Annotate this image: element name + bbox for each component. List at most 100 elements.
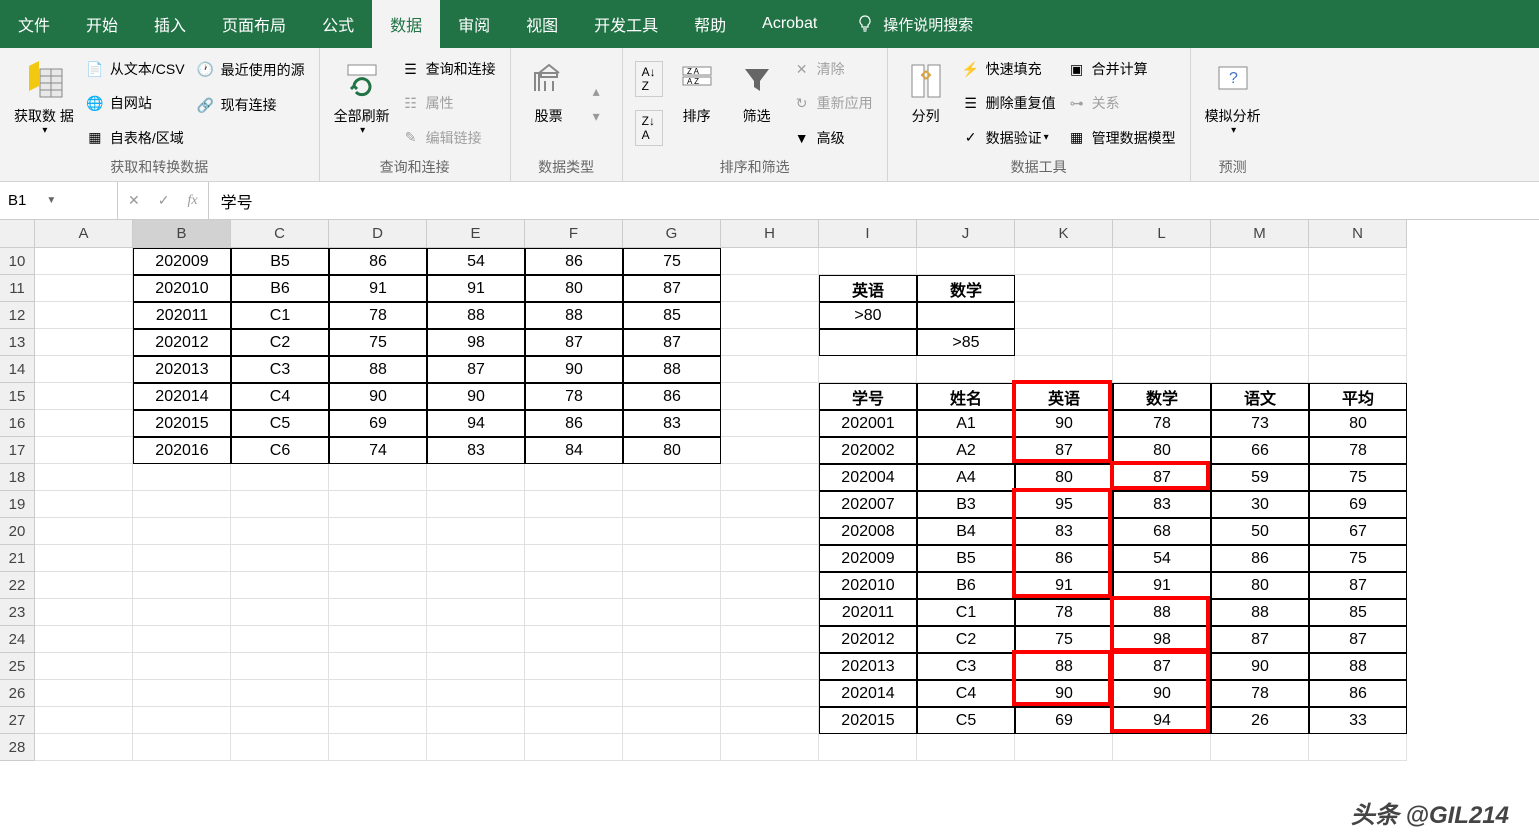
- cell-N13[interactable]: [1309, 329, 1407, 356]
- cell-M23[interactable]: 88: [1211, 599, 1309, 626]
- cell-C12[interactable]: C1: [231, 302, 329, 329]
- cell-N15[interactable]: 平均: [1309, 383, 1407, 410]
- cell-L13[interactable]: [1113, 329, 1211, 356]
- cell-M17[interactable]: 66: [1211, 437, 1309, 464]
- cell-E20[interactable]: [427, 518, 525, 545]
- cell-D26[interactable]: [329, 680, 427, 707]
- remove-dup-button[interactable]: ☰删除重复值: [956, 90, 1062, 116]
- cell-J26[interactable]: C4: [917, 680, 1015, 707]
- cell-A20[interactable]: [35, 518, 133, 545]
- advanced-filter-button[interactable]: ▼高级: [787, 125, 879, 151]
- cell-B19[interactable]: [133, 491, 231, 518]
- cell-A11[interactable]: [35, 275, 133, 302]
- row-header-18[interactable]: 18: [0, 464, 35, 491]
- nav-up-icon[interactable]: ▴: [593, 83, 600, 100]
- cell-B11[interactable]: 202010: [133, 275, 231, 302]
- cell-M15[interactable]: 语文: [1211, 383, 1309, 410]
- cell-A19[interactable]: [35, 491, 133, 518]
- tab-8[interactable]: 开发工具: [576, 0, 676, 48]
- cell-N10[interactable]: [1309, 248, 1407, 275]
- cell-B20[interactable]: [133, 518, 231, 545]
- col-header-B[interactable]: B: [133, 220, 231, 248]
- cell-E26[interactable]: [427, 680, 525, 707]
- cell-A17[interactable]: [35, 437, 133, 464]
- cell-A18[interactable]: [35, 464, 133, 491]
- cell-N14[interactable]: [1309, 356, 1407, 383]
- cell-F15[interactable]: 78: [525, 383, 623, 410]
- col-header-A[interactable]: A: [35, 220, 133, 248]
- cell-J24[interactable]: C2: [917, 626, 1015, 653]
- tab-0[interactable]: 文件: [0, 0, 68, 48]
- cell-F14[interactable]: 90: [525, 356, 623, 383]
- cell-M19[interactable]: 30: [1211, 491, 1309, 518]
- cell-N23[interactable]: 85: [1309, 599, 1407, 626]
- cell-B12[interactable]: 202011: [133, 302, 231, 329]
- cell-M14[interactable]: [1211, 356, 1309, 383]
- cell-F10[interactable]: 86: [525, 248, 623, 275]
- from-web-button[interactable]: 🌐自网站: [80, 90, 191, 116]
- cell-M28[interactable]: [1211, 734, 1309, 761]
- cell-I11[interactable]: 英语: [819, 275, 917, 302]
- cell-G18[interactable]: [623, 464, 721, 491]
- cell-K27[interactable]: 69: [1015, 707, 1113, 734]
- data-model-button[interactable]: ▦管理数据模型: [1062, 125, 1182, 151]
- cell-B22[interactable]: [133, 572, 231, 599]
- cell-D18[interactable]: [329, 464, 427, 491]
- cell-G12[interactable]: 85: [623, 302, 721, 329]
- cell-L15[interactable]: 数学: [1113, 383, 1211, 410]
- cell-B25[interactable]: [133, 653, 231, 680]
- spreadsheet-grid[interactable]: ABCDEFGHIJKLMN 1011121314151617181920212…: [0, 220, 1539, 840]
- cell-C24[interactable]: [231, 626, 329, 653]
- row-header-17[interactable]: 17: [0, 437, 35, 464]
- cell-F22[interactable]: [525, 572, 623, 599]
- cell-M11[interactable]: [1211, 275, 1309, 302]
- cell-J27[interactable]: C5: [917, 707, 1015, 734]
- row-header-13[interactable]: 13: [0, 329, 35, 356]
- cell-I22[interactable]: 202010: [819, 572, 917, 599]
- cell-G23[interactable]: [623, 599, 721, 626]
- cell-M16[interactable]: 73: [1211, 410, 1309, 437]
- cell-N28[interactable]: [1309, 734, 1407, 761]
- existing-conn-button[interactable]: 🔗现有连接: [191, 92, 311, 118]
- cell-L17[interactable]: 80: [1113, 437, 1211, 464]
- cell-C26[interactable]: [231, 680, 329, 707]
- cell-J28[interactable]: [917, 734, 1015, 761]
- cell-A21[interactable]: [35, 545, 133, 572]
- cell-G11[interactable]: 87: [623, 275, 721, 302]
- cell-M22[interactable]: 80: [1211, 572, 1309, 599]
- row-header-22[interactable]: 22: [0, 572, 35, 599]
- cell-G24[interactable]: [623, 626, 721, 653]
- tell-me-search[interactable]: 操作说明搜索: [855, 14, 973, 35]
- row-header-24[interactable]: 24: [0, 626, 35, 653]
- cell-G10[interactable]: 75: [623, 248, 721, 275]
- col-header-J[interactable]: J: [917, 220, 1015, 248]
- cell-L25[interactable]: 87: [1113, 653, 1211, 680]
- cell-H28[interactable]: [721, 734, 819, 761]
- cell-K12[interactable]: [1015, 302, 1113, 329]
- cell-A10[interactable]: [35, 248, 133, 275]
- cell-G28[interactable]: [623, 734, 721, 761]
- cell-J25[interactable]: C3: [917, 653, 1015, 680]
- from-table-button[interactable]: ▦自表格/区域: [80, 125, 191, 151]
- cell-E18[interactable]: [427, 464, 525, 491]
- row-header-21[interactable]: 21: [0, 545, 35, 572]
- cell-L12[interactable]: [1113, 302, 1211, 329]
- cell-H13[interactable]: [721, 329, 819, 356]
- cell-A13[interactable]: [35, 329, 133, 356]
- cell-F27[interactable]: [525, 707, 623, 734]
- cell-J10[interactable]: [917, 248, 1015, 275]
- cell-C22[interactable]: [231, 572, 329, 599]
- sort-desc-button[interactable]: Z↓A: [635, 110, 663, 146]
- from-csv-button[interactable]: 📄从文本/CSV: [80, 56, 191, 82]
- cell-G21[interactable]: [623, 545, 721, 572]
- cell-I20[interactable]: 202008: [819, 518, 917, 545]
- cell-F13[interactable]: 87: [525, 329, 623, 356]
- cell-I19[interactable]: 202007: [819, 491, 917, 518]
- tab-6[interactable]: 审阅: [440, 0, 508, 48]
- cell-H12[interactable]: [721, 302, 819, 329]
- cell-E14[interactable]: 87: [427, 356, 525, 383]
- cell-J19[interactable]: B3: [917, 491, 1015, 518]
- cell-H26[interactable]: [721, 680, 819, 707]
- cell-B28[interactable]: [133, 734, 231, 761]
- cell-L14[interactable]: [1113, 356, 1211, 383]
